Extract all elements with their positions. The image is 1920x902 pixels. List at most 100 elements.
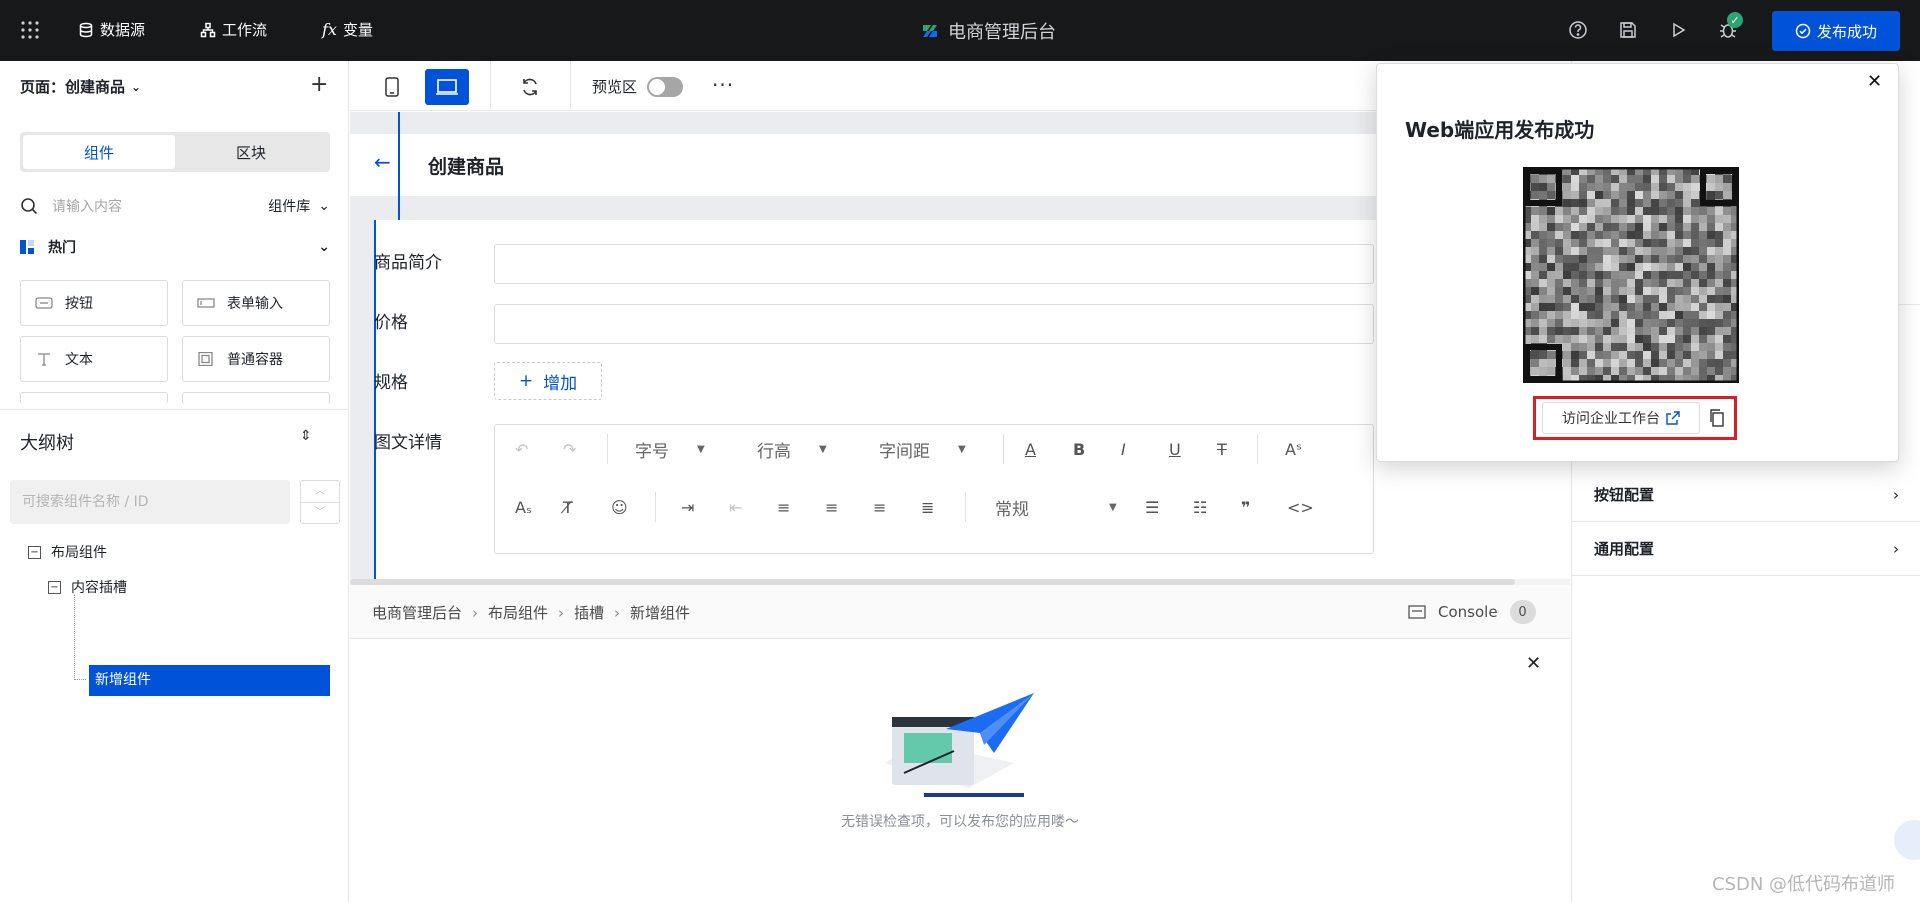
indent-icon[interactable]: ⇥ [681,498,694,517]
collapse-icon[interactable]: − [48,580,61,594]
general-config-row[interactable]: 通用配置 › [1572,522,1920,576]
tab-components[interactable]: 组件 [23,135,175,169]
paragraph-label: 常规 [995,499,1029,520]
component-button[interactable]: 按钮 [20,280,168,326]
app-grid-icon[interactable] [20,20,40,40]
button-config-row[interactable]: 按钮配置 › [1572,468,1920,522]
page-title: 创建商品 [428,156,505,178]
close-icon[interactable]: ✕ [1867,71,1882,92]
align-center-icon[interactable]: ≡ [825,498,838,517]
tab-blocks[interactable]: 区块 [175,135,327,169]
italic-icon[interactable]: I [1121,440,1126,459]
chevron-right-icon: › [472,603,479,622]
emoji-icon[interactable]: ☺ [611,498,628,517]
breadcrumb-item[interactable]: 布局组件 [488,602,548,623]
quote-icon[interactable]: ❞ [1241,498,1250,517]
divider [0,409,349,410]
add-page-icon[interactable]: + [310,72,328,97]
chevron-right-icon: › [558,603,565,622]
console-count-badge: 0 [1509,600,1536,624]
clear-format-icon[interactable]: T̸ [563,498,573,517]
mobile-view-button[interactable] [370,69,414,105]
chevron-down-icon[interactable]: ﹀ [301,503,339,523]
console-toggle[interactable]: Console 0 [1408,600,1536,624]
breadcrumb-item[interactable]: 新增组件 [630,602,690,623]
back-arrow-icon[interactable]: ← [374,150,391,174]
strikethrough-icon[interactable]: T [1217,440,1227,459]
component-form-input[interactable]: 表单输入 [182,280,330,326]
component-text[interactable]: 文本 [20,336,168,382]
nav-label: 数据源 [100,21,146,39]
component-search[interactable]: 请输入内容 组件库 ⌄ [20,193,330,219]
publish-button[interactable]: 发布成功 [1772,11,1900,51]
more-icon[interactable]: ··· [712,73,734,97]
paragraph-select[interactable]: 常规 ▼ [995,495,1117,520]
play-icon[interactable] [1668,20,1688,40]
refresh-button[interactable] [508,69,552,105]
nav-datasource[interactable]: 数据源 [78,19,145,40]
help-icon[interactable] [1568,20,1588,40]
font-size-select[interactable]: 字号 ▼ [635,437,705,462]
visit-workspace-button[interactable]: 访问企业工作台 [1542,402,1700,434]
bold-icon[interactable]: B [1073,440,1085,459]
search-input[interactable]: 请输入内容 [52,196,122,216]
outdent-icon[interactable]: ⇤ [729,498,742,517]
chevron-down-icon: ⌄ [131,79,142,94]
caret-down-icon: ▼ [1109,501,1117,513]
refresh-icon [523,78,537,96]
letter-spacing-select[interactable]: 字间距 ▼ [879,437,966,462]
tree-node-layout[interactable]: − 布局组件 [28,542,107,562]
nav-variables[interactable]: fx 变量 [322,19,373,40]
underline-icon[interactable]: U [1169,440,1181,459]
superscript-icon[interactable]: Aˢ [1285,440,1302,459]
rich-text-editor[interactable]: ↶ ↷ 字号 ▼ 行高 ▼ 字间距 ▼ A B I U T Aˢ Aₛ T̸ ☺ [494,424,1374,554]
undo-icon[interactable]: ↶ [515,440,528,459]
price-input[interactable] [494,304,1374,344]
redo-icon[interactable]: ↷ [563,440,576,459]
bullet-list-icon[interactable]: ☰ [1145,498,1159,517]
field-label: 规格 [374,373,408,393]
expand-collapse-icon[interactable]: ⇕ [300,428,312,444]
font-color-icon[interactable]: A [1025,440,1036,459]
breadcrumb-item[interactable]: 插槽 [574,602,604,623]
page-selector[interactable]: 页面：创建商品 ⌄ [20,76,141,97]
nav-workflow[interactable]: 工作流 [200,19,267,40]
tree-node-new-component[interactable]: 新增组件 [89,665,330,696]
copy-link-button[interactable] [1706,404,1728,432]
divider [965,492,966,522]
preview-toggle[interactable]: 预览区 [592,76,684,97]
component-container[interactable]: 普通容器 [182,336,330,382]
app-title: 电商管理后台 [920,18,1056,44]
numbered-list-icon[interactable]: ☷ [1193,498,1207,517]
visit-label: 访问企业工作台 [1562,411,1660,427]
outline-search-input[interactable]: 可搜索组件名称 / ID [10,480,290,524]
close-icon[interactable]: ✕ [1526,653,1541,674]
add-spec-button[interactable]: + 增加 [494,362,602,400]
breadcrumb-item[interactable]: 电商管理后台 [372,602,462,623]
desktop-icon [436,79,458,95]
description-input[interactable] [494,244,1374,284]
chevron-up-icon[interactable]: ︿ [301,481,339,503]
field-label: 商品简介 [374,253,442,273]
copy-icon [1710,409,1724,427]
desktop-view-button[interactable] [425,69,469,105]
collapse-icon[interactable]: − [28,545,41,559]
tree-node-slot[interactable]: − 内容插槽 [48,577,127,597]
outline-stepper[interactable]: ︿ ﹀ [300,480,340,524]
align-left-icon[interactable]: ≡ [777,498,790,517]
tree-connector [74,595,86,680]
library-select[interactable]: 组件库 ⌄ [268,196,330,216]
line-height-select[interactable]: 行高 ▼ [757,437,827,462]
category-hot[interactable]: 热门 ⌄ [20,237,330,257]
preview-switch[interactable] [647,76,684,97]
code-icon[interactable]: <> [1287,498,1314,517]
category-label: 热门 [48,240,76,256]
add-label: 增加 [543,373,578,394]
align-right-icon[interactable]: ≡ [873,498,886,517]
subscript-icon[interactable]: Aₛ [515,498,532,517]
qr-code-image [1523,167,1739,383]
justify-icon[interactable]: ≣ [921,498,934,517]
divider [1257,434,1258,464]
save-icon[interactable] [1618,20,1638,40]
caret-down-icon: ▼ [819,443,827,455]
